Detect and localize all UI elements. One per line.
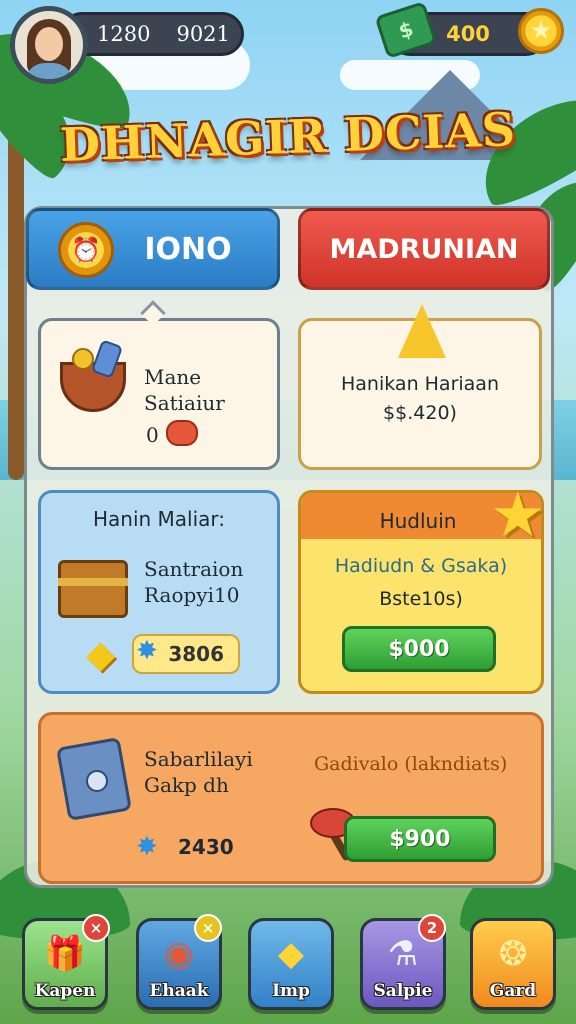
safe-line1: Sabarlilayi — [144, 747, 253, 771]
chest-price: 3806 — [168, 642, 224, 666]
nav-salpie-label: Salpie — [373, 981, 433, 1001]
nav-gard[interactable]: ❂ Gard — [470, 918, 556, 1010]
safe-right-title: Gadivalo (lakndiats) — [314, 753, 508, 775]
resource-1-value: 1280 — [97, 22, 151, 46]
chest-line2: Raopyi10 — [144, 583, 240, 607]
gift-icon: 🎁 — [43, 934, 87, 974]
fruit-icon — [72, 348, 94, 370]
star-line1: Hadiudn & Gsaka) — [334, 555, 508, 577]
tab-madrunian-label: MADRUNIAN — [329, 233, 519, 265]
safe-dial — [86, 770, 108, 792]
resource-2-value: 9021 — [176, 22, 230, 46]
badge-text: 2 — [426, 919, 438, 937]
star-buy-button[interactable]: $000 — [342, 626, 496, 672]
safe-line2: Gakp dh — [144, 773, 229, 797]
chest-card-title: Hanin Maliar: — [92, 507, 226, 531]
basket-line1: Mane — [144, 365, 202, 389]
star-card-text: Hadiudn & Gsaka) Bste10s) — [298, 554, 544, 611]
tab-madrunian[interactable]: MADRUNIAN — [298, 208, 550, 290]
chest-line1: Santraion — [144, 557, 244, 581]
chip-icon — [166, 420, 198, 446]
star-buy-label: $000 — [388, 636, 450, 662]
safe-card-text: Sabarlilayi Gakp dh — [144, 746, 253, 798]
notification-badge: × — [194, 914, 222, 942]
nav-kapen-label: Kapen — [34, 981, 96, 1001]
cone-card-text: Hanikan Hariaan $$.420) — [298, 372, 542, 425]
notification-badge: × — [82, 914, 110, 942]
player-avatar[interactable] — [10, 6, 88, 84]
star-line2: Bste10s) — [379, 587, 463, 610]
alarm-clock-icon: ⏰ — [58, 222, 114, 278]
safe-buy-label: $900 — [389, 826, 451, 852]
coin-value: 400 — [446, 22, 490, 46]
treasure-chest-icon — [58, 560, 128, 618]
tab-iono-label: IONO — [144, 231, 232, 267]
notification-badge: 2 — [418, 914, 446, 942]
add-coins-button[interactable]: ★ — [518, 8, 564, 54]
potion-icon: ⚗ — [387, 934, 419, 974]
gem-icon: ◆ — [277, 934, 305, 974]
star-icon: ★ — [529, 16, 553, 46]
creature-icon: ❂ — [498, 934, 528, 974]
nav-imp[interactable]: ◆ Imp — [248, 918, 334, 1010]
badge-text: × — [89, 919, 103, 937]
star-icon: ★ — [490, 478, 546, 551]
blue-gem-icon: ✸ — [136, 636, 158, 666]
cone-icon — [398, 304, 446, 358]
safe-buy-button[interactable]: $900 — [344, 816, 496, 862]
chest-band — [58, 578, 128, 586]
safe-price: 2430 — [178, 835, 234, 859]
cone-line2: $$.420) — [383, 401, 457, 424]
blue-gem-icon: ✸ — [136, 832, 158, 862]
yellow-gem-icon: ◆ — [86, 632, 116, 676]
nav-ehaak-label: Ehaak — [149, 981, 209, 1001]
avatar-face — [35, 27, 63, 61]
chest-card-text: Santraion Raopyi10 — [144, 556, 243, 608]
cone-line1: Hanikan Hariaan — [341, 373, 499, 395]
badge-text: × — [201, 919, 215, 937]
basket-card-text: Mane Satiaiur — [144, 364, 225, 416]
nav-imp-label: Imp — [272, 981, 310, 1001]
horseshoe-icon: ◉ — [164, 934, 194, 974]
basket-line2: Satiaiur — [144, 391, 225, 415]
nav-gard-label: Gard — [489, 981, 537, 1001]
basket-value: 0 — [146, 423, 159, 447]
